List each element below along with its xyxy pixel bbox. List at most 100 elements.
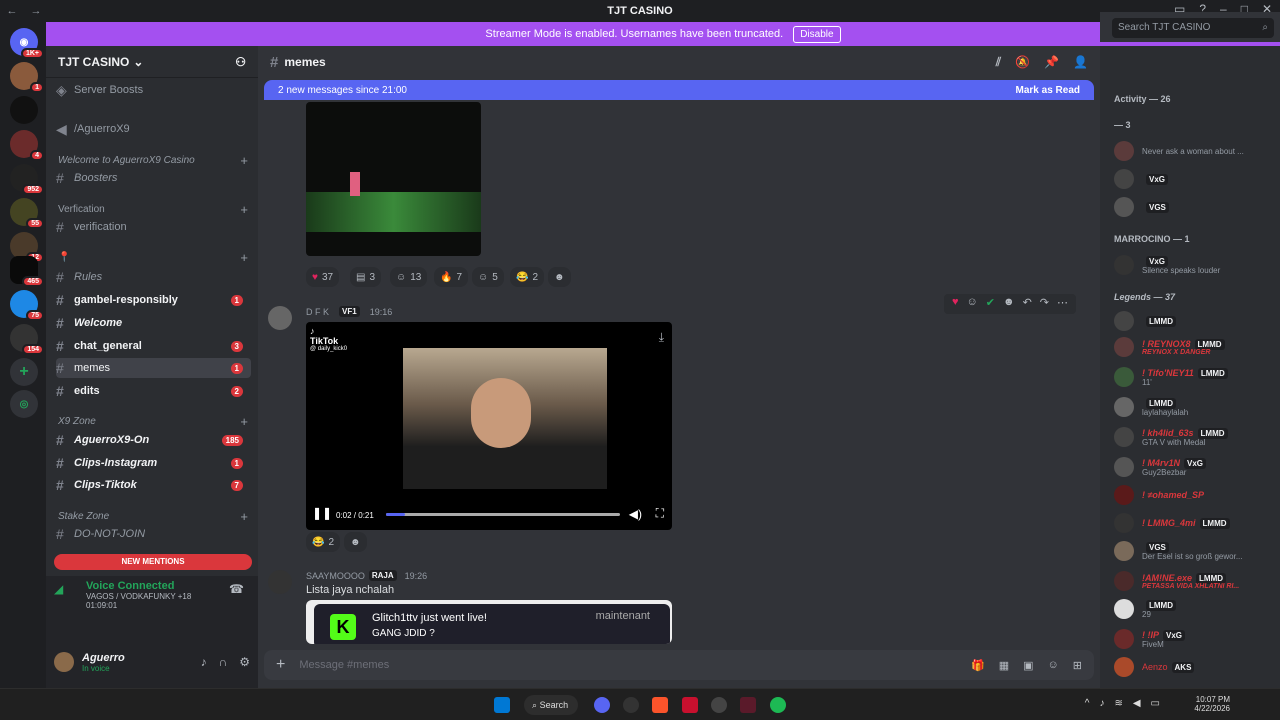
explore-icon[interactable]: ◎ xyxy=(10,390,38,418)
video-seek-bar[interactable] xyxy=(386,513,620,516)
category-pin[interactable]: 📍 + xyxy=(58,250,248,265)
avatar[interactable] xyxy=(268,306,292,330)
add-channel-icon[interactable]: + xyxy=(240,250,248,265)
server-header[interactable]: TJT CASINO ⌄ ⚇ xyxy=(46,46,258,78)
speaker-icon[interactable]: ◀ xyxy=(1133,698,1141,709)
app-icon[interactable] xyxy=(711,697,727,713)
wifi-icon[interactable]: ≋ xyxy=(1114,698,1122,709)
emoji-icon[interactable]: ☺ xyxy=(1048,659,1059,672)
member-item[interactable]: ! kh4lid_63s LMMD GTA V with Medal xyxy=(1114,426,1228,448)
message-composer[interactable]: + Message #memes 🎁 ▦ ▣ ☺ ⊞ xyxy=(264,650,1094,680)
channel-verification[interactable]: # verification xyxy=(56,217,251,237)
image-attachment[interactable] xyxy=(306,102,481,256)
author-name[interactable]: SAAYMOOOO xyxy=(306,571,365,581)
member-item[interactable]: ! LMMG_4mi LMMD xyxy=(1114,512,1230,534)
reaction-heart[interactable]: ♥ 37 xyxy=(306,267,340,287)
discord-home-icon[interactable]: ◉ 1K+ xyxy=(10,28,44,59)
server-icon[interactable]: 75 xyxy=(10,290,44,321)
brave-browser-icon[interactable] xyxy=(652,697,668,713)
headphones-icon[interactable]: ∩ xyxy=(219,655,228,669)
category-stake[interactable]: Stake Zone + xyxy=(58,509,248,524)
member-item[interactable]: VGS Der Esel ist so groß gewor... xyxy=(1114,540,1242,562)
add-reaction-icon[interactable]: ☻ xyxy=(548,267,571,287)
mic-icon[interactable]: ♪ xyxy=(201,655,207,669)
channel-rules[interactable]: # Rules xyxy=(56,267,251,287)
server-icon[interactable] xyxy=(10,96,38,124)
app-icon[interactable] xyxy=(623,697,639,713)
server-icon[interactable]: 1 xyxy=(10,62,44,93)
channel-welcome[interactable]: # Welcome xyxy=(56,313,251,333)
server-icon[interactable]: 154 xyxy=(10,324,44,355)
clock[interactable]: 10:07 PM 4/22/2026 xyxy=(1194,695,1230,713)
channel-memes[interactable]: # memes 1 xyxy=(56,358,251,378)
add-reaction-icon[interactable]: ☻ xyxy=(344,532,367,552)
mute-icon[interactable]: 🔕 xyxy=(1015,55,1030,70)
video-player[interactable]: ♪ TikTok @ daily_kick0 ⤓ ❚❚ 0:02 / 0:21 ◀)… xyxy=(306,322,672,530)
download-icon[interactable]: ⤓ xyxy=(659,330,664,345)
member-item[interactable]: Never ask a woman about ... xyxy=(1114,140,1244,162)
activity-header[interactable]: Activity — 26 xyxy=(1114,94,1171,104)
member-item[interactable]: ! !IP VxG FiveM xyxy=(1114,628,1186,650)
settings-gear-icon[interactable]: ⚙ xyxy=(239,655,250,669)
forward-icon[interactable]: ↷ xyxy=(1040,296,1049,312)
member-item[interactable]: Aenzo AKS xyxy=(1114,656,1195,678)
channel-aguerro[interactable]: ◀ /AguerroX9 xyxy=(56,119,251,139)
channel-gambel[interactable]: # gambel-responsibly 1 xyxy=(56,290,251,310)
member-item[interactable]: LMMD laylahaylalah xyxy=(1114,396,1188,418)
category-verification[interactable]: Verfication + xyxy=(58,202,248,217)
member-item[interactable]: VxG xyxy=(1114,168,1169,190)
laugh-icon[interactable]: ☺ xyxy=(967,296,978,312)
apps-icon[interactable]: ⊞ xyxy=(1073,659,1082,672)
member-item[interactable]: VGS xyxy=(1114,196,1169,218)
mic-icon[interactable]: ♪ xyxy=(1099,698,1104,709)
check-icon[interactable]: ✔ xyxy=(986,296,995,312)
app-icon[interactable] xyxy=(682,697,698,713)
gif-icon[interactable]: ▦ xyxy=(999,659,1009,672)
member-item[interactable]: LMMD 29 xyxy=(1114,598,1176,620)
channel-aguerro-on[interactable]: # AguerroX9-On 185 xyxy=(56,430,251,450)
reaction-emoji[interactable]: ☺ 13 xyxy=(390,267,428,287)
gift-icon[interactable]: 🎁 xyxy=(971,659,985,672)
server-icon[interactable]: 952 xyxy=(10,164,44,195)
category-x9[interactable]: X9 Zone + xyxy=(58,414,248,429)
fullscreen-icon[interactable]: ⛶ xyxy=(656,506,664,521)
reaction-flag[interactable]: ▤ 3 xyxy=(350,267,382,287)
new-messages-bar[interactable]: 2 new messages since 21:00 Mark as Read xyxy=(264,80,1094,100)
threads-icon[interactable]: ⫽ xyxy=(996,55,1001,70)
disconnect-icon[interactable]: ☎ xyxy=(229,582,244,596)
new-mentions-pill[interactable]: NEW MENTIONS xyxy=(54,554,252,570)
member-item[interactable]: ! Tifo'NEY11 LMMD 11' xyxy=(1114,366,1228,388)
member-item[interactable]: LMMD xyxy=(1114,310,1176,332)
channel-boosters[interactable]: # Boosters xyxy=(56,168,251,188)
spotify-icon[interactable] xyxy=(770,697,786,713)
members-icon[interactable]: 👤 xyxy=(1073,55,1088,70)
stake-server-icon[interactable]: 465 xyxy=(10,256,44,287)
reaction-fire[interactable]: 🔥 7 xyxy=(434,267,469,287)
battery-icon[interactable]: ▭ xyxy=(1151,698,1160,709)
windows-start-icon[interactable] xyxy=(494,697,510,713)
member-item[interactable]: ! ≠ohamed_SP xyxy=(1114,484,1204,506)
member-item[interactable]: ! REYNOX8 LMMD REYNOX X DANGER xyxy=(1114,336,1225,358)
more-icon[interactable]: ⋯ xyxy=(1057,296,1068,312)
heart-icon[interactable]: ♥ xyxy=(952,296,959,312)
channel-clips-tiktok[interactable]: # Clips-Tiktok 7 xyxy=(56,475,251,495)
disable-button[interactable]: Disable xyxy=(793,25,841,43)
avatar[interactable] xyxy=(268,570,292,594)
link-embed[interactable]: K Glitch1ttv just went live! GANG JDID ?… xyxy=(306,600,672,644)
channel-clips-instagram[interactable]: # Clips-Instagram 1 xyxy=(56,453,251,473)
signal-icon[interactable]: ◢ xyxy=(54,582,63,596)
category-welcome[interactable]: Welcome to AguerroX9 Casino + xyxy=(58,153,248,168)
reaction-laugh[interactable]: 😂 2 xyxy=(306,532,341,552)
add-channel-icon[interactable]: + xyxy=(240,202,248,217)
server-icon[interactable]: 55 xyxy=(10,198,44,229)
member-item[interactable]: VxG Silence speaks louder xyxy=(1114,254,1220,276)
sticker-icon[interactable]: ▣ xyxy=(1023,659,1033,672)
avatar[interactable] xyxy=(54,652,74,672)
add-reaction-icon[interactable]: ☻ xyxy=(1003,296,1015,312)
channel-do-not-join[interactable]: # DO-NOT-JOIN xyxy=(56,524,251,544)
discord-app-icon[interactable] xyxy=(594,697,610,713)
pin-icon[interactable]: 📌 xyxy=(1044,55,1059,70)
mark-as-read-button[interactable]: Mark as Read xyxy=(1016,85,1080,96)
reaction-emoji[interactable]: ☺ 5 xyxy=(472,267,504,287)
voice-channel[interactable]: VAGOS / VODKAFUNKY +18 xyxy=(56,592,248,601)
